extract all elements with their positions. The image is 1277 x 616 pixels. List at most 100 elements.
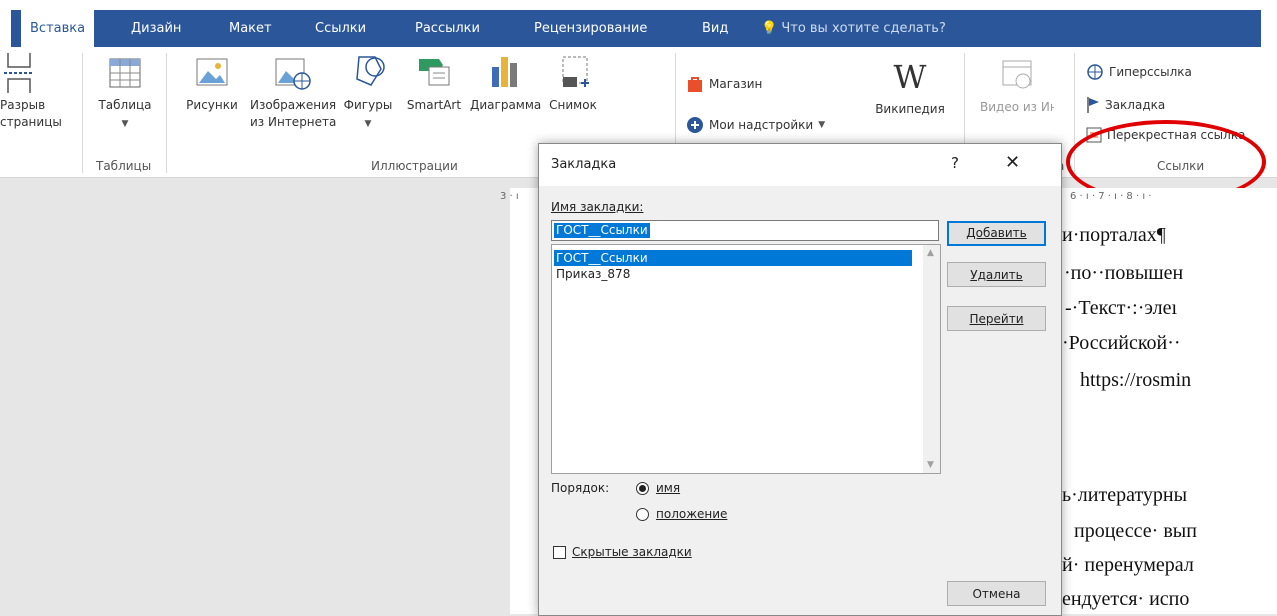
- add-button[interactable]: Добавить: [947, 221, 1046, 246]
- table-label: Таблица: [98, 98, 152, 112]
- shapes-button[interactable]: Фигуры ▼: [338, 53, 398, 133]
- online-pictures-label-2: из Интернета: [250, 115, 337, 129]
- list-item[interactable]: Приказ_878: [554, 266, 912, 282]
- store-icon: [688, 77, 702, 92]
- tab-mailings[interactable]: Рассылки: [415, 10, 480, 47]
- wikipedia-icon: W: [893, 58, 927, 96]
- table-button[interactable]: Таблица ▼: [93, 53, 157, 133]
- document-text-line: й· перенумерал: [1062, 554, 1194, 576]
- order-name-label: имя: [656, 481, 681, 495]
- addins-icon: [687, 117, 703, 133]
- list-item[interactable]: ГОСТ__Ссылки: [554, 250, 912, 266]
- page-break-label-2: страницы: [0, 115, 62, 129]
- document-text-line: процессе· вып: [1074, 520, 1197, 542]
- hidden-bookmarks-label: Скрытые закладки: [572, 545, 692, 559]
- ruler-left-marks: 3 · ı: [500, 191, 519, 202]
- bookmark-flag-icon: [1087, 97, 1099, 113]
- cancel-button[interactable]: Отмена: [947, 581, 1046, 606]
- wikipedia-label: Википедия: [875, 102, 945, 116]
- goto-button-label: Перейти: [969, 312, 1024, 326]
- tab-strip: Вставка Дизайн Макет Ссылки Рассылки Рец…: [11, 10, 1261, 47]
- tab-insert[interactable]: Вставка: [21, 10, 95, 47]
- screenshot-label: Снимок: [549, 98, 597, 112]
- document-text-line: ·по··повышен: [1064, 262, 1184, 284]
- bookmark-button[interactable]: Закладка: [1086, 96, 1165, 114]
- scroll-up-icon[interactable]: ▲: [927, 248, 934, 258]
- dialog-title: Закладка: [551, 157, 617, 172]
- chevron-down-icon: ▼: [121, 119, 129, 129]
- tab-design[interactable]: Дизайн: [131, 10, 181, 47]
- online-pictures-label: Изображения: [250, 98, 337, 112]
- picture-icon: [196, 58, 228, 86]
- online-video-button[interactable]: Видео из Интернета: [980, 55, 1054, 129]
- store-label: Магазин: [709, 77, 763, 91]
- hyperlink-button[interactable]: Гиперссылка: [1086, 63, 1192, 81]
- page-break-label: Разрыв: [0, 98, 46, 112]
- screenshot-icon: [562, 56, 589, 87]
- help-icon[interactable]: ?: [951, 154, 959, 172]
- group-separator: [82, 53, 83, 173]
- tab-review[interactable]: Рецензирование: [534, 10, 647, 47]
- list-scrollbar[interactable]: ▲ ▼: [923, 245, 940, 473]
- tell-me-text: Что вы хотите сделать?: [781, 21, 946, 36]
- wikipedia-button[interactable]: W Википедия: [870, 57, 950, 118]
- pictures-label: Рисунки: [186, 98, 238, 112]
- store-button[interactable]: Магазин: [686, 75, 762, 93]
- document-text-line: ендуется· испо: [1062, 588, 1190, 610]
- page-break-icon: [4, 53, 34, 93]
- chart-button[interactable]: Диаграмма: [470, 53, 542, 114]
- tab-layout[interactable]: Макет: [229, 10, 272, 47]
- document-text-line: -·Текст·:·элеı: [1065, 297, 1178, 319]
- chart-icon: [492, 57, 517, 87]
- shapes-icon: [356, 56, 385, 86]
- order-name-radio[interactable]: [636, 482, 649, 495]
- screenshot-button[interactable]: Снимок: [543, 53, 603, 114]
- document-text-line: ь·литературны: [1062, 484, 1188, 506]
- dialog-title-bar[interactable]: Закладка ? ✕: [539, 144, 1061, 186]
- bookmark-dialog: Закладка ? ✕ Имя закладки: ГОСТ__Ссылки …: [538, 143, 1062, 616]
- tell-me-search[interactable]: 💡 Что вы хотите сделать?: [761, 10, 946, 47]
- bookmark-name-value: ГОСТ__Ссылки: [554, 223, 650, 238]
- smartart-icon: [419, 59, 450, 86]
- bookmark-list[interactable]: ГОСТ__Ссылки Приказ_878 ▲ ▼: [551, 244, 941, 474]
- order-position-radio[interactable]: [636, 508, 649, 521]
- chevron-down-icon: ▼: [364, 119, 372, 129]
- scroll-down-icon[interactable]: ▼: [927, 460, 934, 470]
- cancel-button-label: Отмена: [972, 587, 1021, 601]
- goto-button[interactable]: Перейти: [947, 306, 1046, 331]
- video-icon: [1002, 60, 1032, 89]
- tab-references[interactable]: Ссылки: [315, 10, 366, 47]
- chevron-down-icon: ▼: [818, 120, 826, 130]
- document-text-line: ·Российской··: [1062, 332, 1181, 354]
- bookmark-name-input[interactable]: ГОСТ__Ссылки: [551, 220, 939, 241]
- ribbon-tab-bar: Вставка Дизайн Макет Ссылки Рассылки Рец…: [0, 0, 1277, 47]
- group-separator: [166, 53, 167, 173]
- bookmark-name-label: Имя закладки:: [551, 200, 644, 214]
- page-break-button[interactable]: Разрыв страницы: [0, 53, 62, 131]
- online-pictures-button[interactable]: Изображения из Интернета: [250, 53, 337, 131]
- add-button-label: Добавить: [966, 226, 1027, 240]
- table-icon: [109, 58, 141, 88]
- delete-button[interactable]: Удалить: [947, 262, 1046, 287]
- pictures-button[interactable]: Рисунки: [178, 53, 246, 114]
- online-video-label: Видео из Интернета: [980, 100, 1054, 114]
- online-picture-icon: [275, 58, 311, 90]
- close-icon[interactable]: ✕: [1005, 152, 1020, 173]
- globe-link-icon: [1087, 64, 1103, 80]
- document-text-line: и·порталах¶: [1062, 224, 1166, 246]
- order-position-label: положение: [656, 507, 728, 521]
- group-label-tables: Таблицы: [96, 159, 152, 173]
- tab-view[interactable]: Вид: [702, 10, 728, 47]
- smartart-button[interactable]: SmartArt: [402, 53, 466, 114]
- chart-label: Диаграмма: [470, 98, 542, 112]
- delete-button-label: Удалить: [970, 268, 1023, 282]
- radio-selected-dot: [639, 485, 646, 492]
- smartart-label: SmartArt: [406, 98, 462, 112]
- order-label: Порядок:: [551, 481, 610, 495]
- my-addins-label: Мои надстройки: [709, 118, 814, 132]
- shapes-label: Фигуры: [343, 98, 393, 112]
- my-addins-button[interactable]: Мои надстройки ▼: [686, 116, 825, 134]
- group-label-illustrations: Иллюстрации: [371, 159, 458, 173]
- hidden-bookmarks-checkbox[interactable]: [553, 546, 566, 559]
- ruler-right-marks: 6 · ı · 7 · ı · 8 · ı ·: [1070, 191, 1152, 202]
